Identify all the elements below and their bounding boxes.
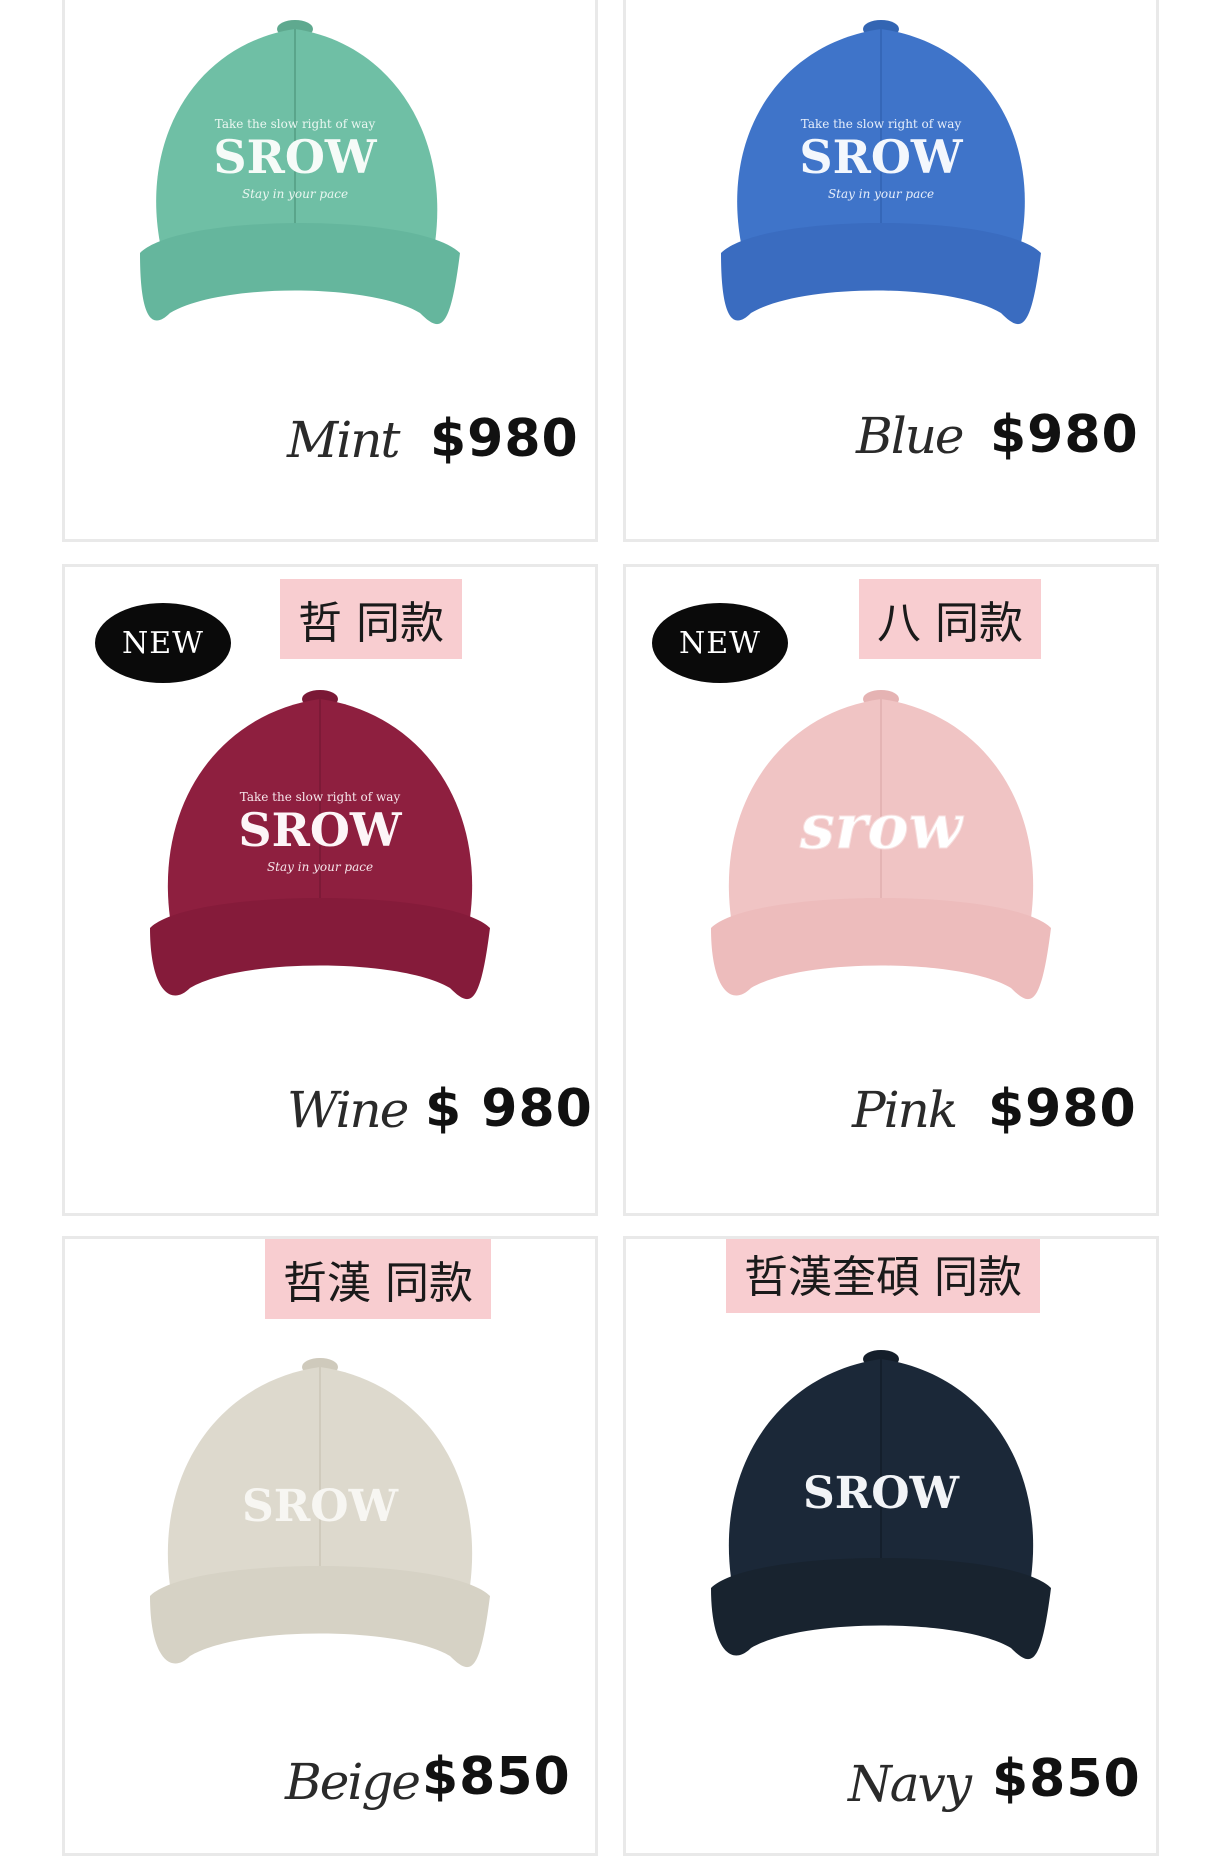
cap-tagline-top: Take the slow right of way [240, 790, 401, 804]
cap-logo: SROW [799, 130, 964, 184]
price-blue: $980 [990, 405, 1139, 465]
product-card-pink[interactable]: NEW 八 同款 srow Pink $980 [623, 564, 1159, 1216]
price-pink: $980 [988, 1079, 1137, 1139]
celebrity-tag: 哲漢 同款 [265, 1239, 491, 1319]
cap-tagline-top: Take the slow right of way [801, 117, 962, 131]
cap-image-wine[interactable]: Take the slow right of way SROW Stay in … [120, 683, 540, 1013]
product-card-wine[interactable]: NEW 哲 同款 Take the slow right of way SROW… [62, 564, 598, 1216]
product-card-mint[interactable]: Take the slow right of way SROW Stay in … [62, 0, 598, 542]
cap-tagline-top: Take the slow right of way [215, 117, 376, 131]
price-navy: $850 [992, 1749, 1141, 1809]
cap-logo: srow [799, 790, 965, 863]
product-card-navy[interactable]: 哲漢奎碩 同款 SROW Navy $850 [623, 1236, 1159, 1856]
celebrity-tag: 哲 同款 [280, 579, 462, 659]
color-name-navy: Navy [848, 1755, 972, 1813]
color-name-wine: Wine [287, 1081, 409, 1139]
price-mint: $980 [430, 409, 579, 469]
cap-tagline-bottom: Stay in your pace [267, 860, 373, 874]
cap-image-blue[interactable]: Take the slow right of way SROW Stay in … [681, 13, 1101, 343]
cap-logo: SROW [213, 130, 378, 184]
color-name-mint: Mint [287, 411, 400, 469]
new-badge: NEW [95, 603, 231, 683]
cap-tagline-bottom: Stay in your pace [828, 187, 934, 201]
new-badge: NEW [652, 603, 788, 683]
celebrity-tag: 八 同款 [859, 579, 1041, 659]
cap-image-beige[interactable]: SROW [120, 1351, 540, 1681]
cap-logo: SROW [803, 1468, 960, 1519]
cap-logo: SROW [238, 803, 403, 857]
price-beige: $850 [422, 1747, 571, 1807]
color-name-blue: Blue [856, 407, 965, 465]
cap-logo: SROW [242, 1481, 399, 1532]
cap-tagline-bottom: Stay in your pace [242, 187, 348, 201]
product-card-beige[interactable]: 哲漢 同款 SROW Beige $850 [62, 1236, 598, 1856]
price-wine: $ 980 [425, 1079, 593, 1139]
color-name-pink: Pink [852, 1081, 958, 1139]
celebrity-tag: 哲漢奎碩 同款 [726, 1239, 1040, 1313]
color-name-beige: Beige [285, 1753, 421, 1811]
product-card-blue[interactable]: Take the slow right of way SROW Stay in … [623, 0, 1159, 542]
cap-image-navy[interactable]: SROW [681, 1343, 1101, 1673]
cap-image-mint[interactable]: Take the slow right of way SROW Stay in … [120, 13, 540, 343]
cap-image-pink[interactable]: srow [681, 683, 1101, 1013]
